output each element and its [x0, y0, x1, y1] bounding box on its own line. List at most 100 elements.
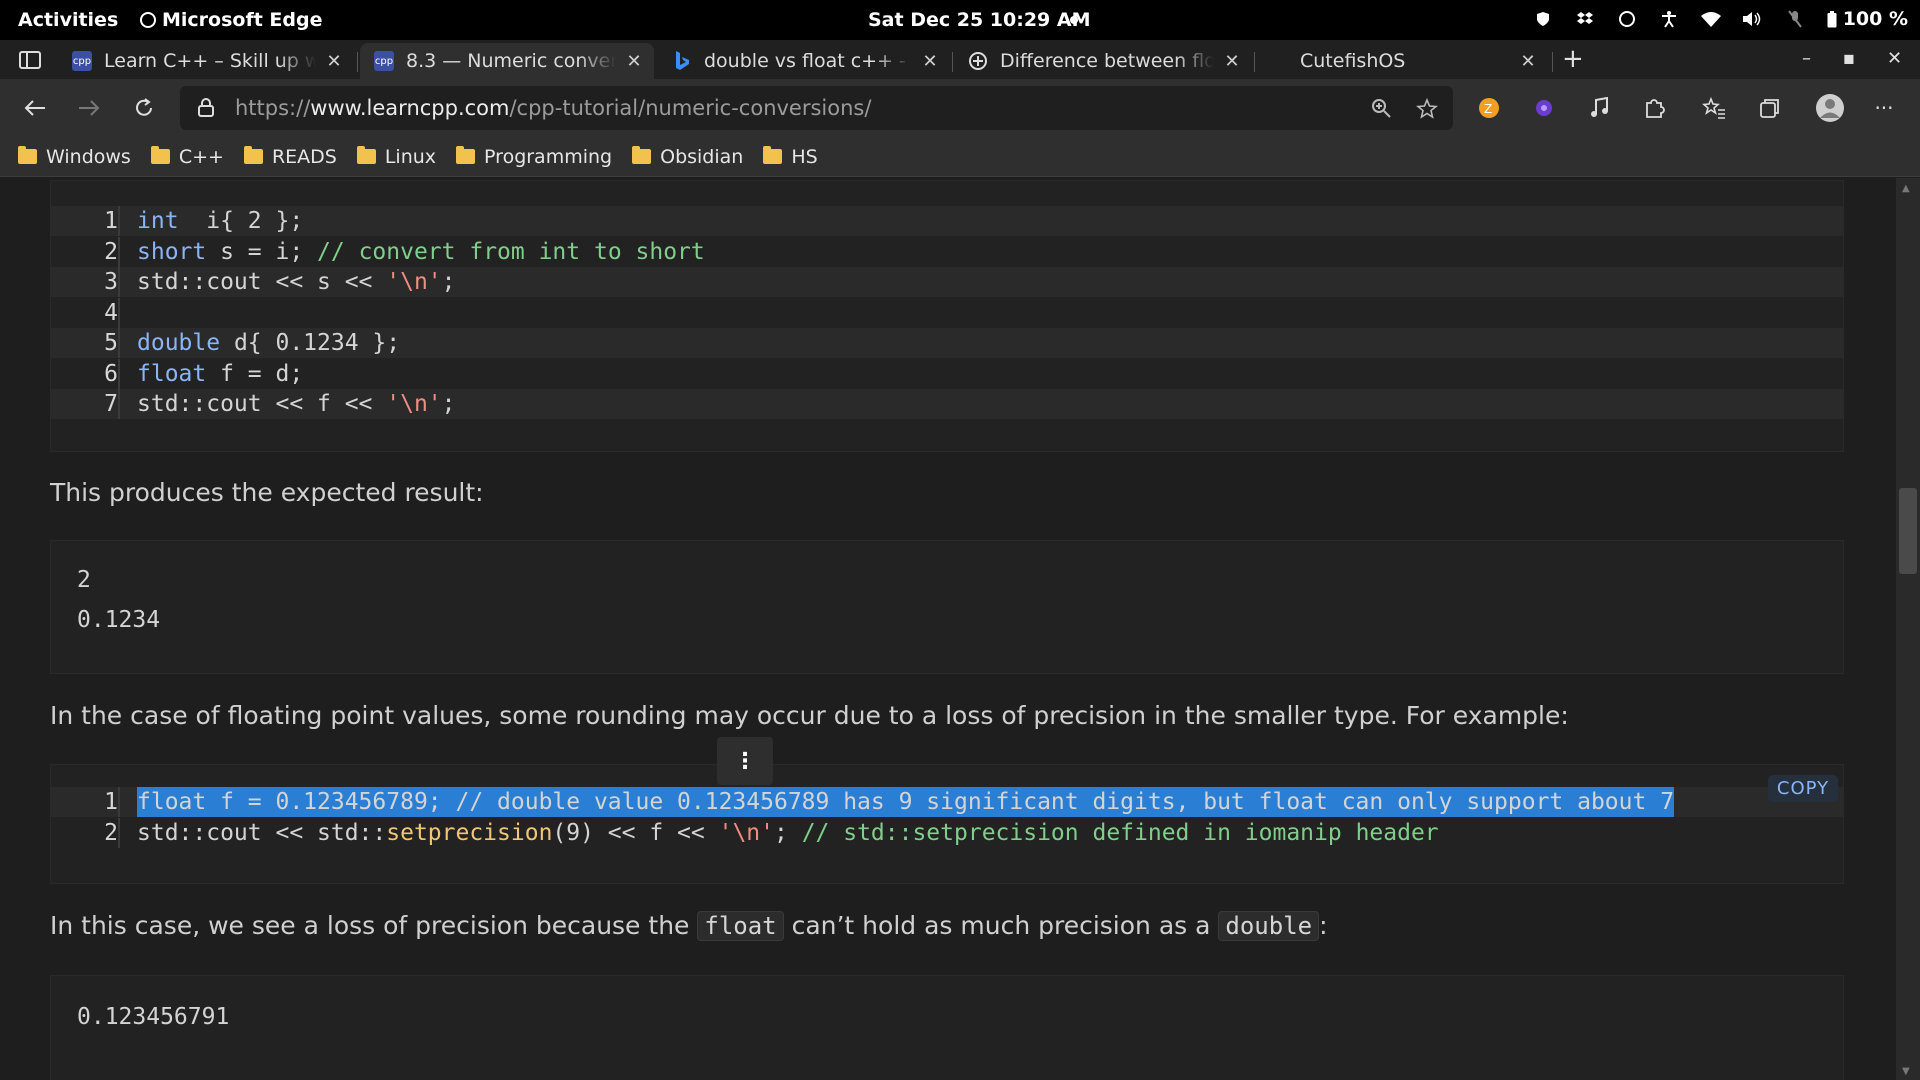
tab-numeric-conversions[interactable]: cpp 8.3 — Numeric conversions ✕ [360, 43, 654, 79]
tab-cutefishos[interactable]: CutefishOS ✕ [1258, 43, 1548, 79]
code-text[interactable]: float f = d; [137, 359, 303, 389]
close-icon[interactable]: ✕ [626, 51, 642, 72]
app-menu[interactable]: Microsoft Edge [140, 9, 323, 31]
dropbox-icon[interactable] [1575, 8, 1595, 30]
gutter-divider [118, 328, 120, 358]
bookmark-label: READS [271, 145, 337, 168]
code-token: f = d; [206, 360, 304, 387]
gutter-divider [118, 236, 120, 267]
code-token: std::cout << s << [137, 269, 387, 295]
extension-orange-icon[interactable]: Z [1476, 95, 1502, 121]
music-note-icon[interactable] [1586, 95, 1612, 121]
refresh-button[interactable] [129, 93, 159, 123]
url-text[interactable]: https://www.learncpp.com/cpp-tutorial/nu… [235, 96, 871, 120]
mic-muted-icon[interactable] [1785, 8, 1805, 30]
code-text[interactable]: std::cout << s << '\n'; [137, 267, 456, 297]
tab-divider [1552, 52, 1553, 72]
tab-actions-icon[interactable] [18, 49, 42, 71]
tab-bing-search[interactable]: double vs float c++ - Search ✕ [658, 43, 950, 79]
vpn-icon[interactable] [1533, 8, 1553, 30]
copy-button[interactable]: COPY [1768, 775, 1838, 802]
code-text[interactable]: int i{ 2 }; [137, 206, 303, 236]
line-number: 6 [104, 360, 118, 387]
maximize-button[interactable]: ◼ [1843, 51, 1855, 67]
system-top-bar: Activities Microsoft Edge Sat Dec 25 10:… [0, 0, 1920, 40]
line-number: 4 [104, 299, 118, 326]
volume-icon[interactable] [1742, 8, 1763, 30]
code-block-int-short: 1 int i{ 2 }; 2 short s = i; // convert fro… [50, 180, 1844, 452]
bookmark-folder-linux[interactable]: Linux [356, 145, 437, 168]
url-scheme: https:// [235, 96, 311, 120]
close-icon[interactable]: ✕ [1224, 51, 1240, 72]
code-line: 3 std::cout << s << '\n'; [51, 267, 1843, 297]
line-number: 7 [104, 391, 118, 417]
tab-title: CutefishOS [1300, 50, 1406, 72]
zoom-icon[interactable] [1371, 98, 1391, 122]
address-bar[interactable]: https://www.learncpp.com/cpp-tutorial/nu… [180, 86, 1453, 130]
favorites-icon[interactable] [1701, 95, 1727, 121]
back-button[interactable] [20, 93, 50, 123]
folder-icon [456, 146, 476, 164]
code-text[interactable]: double d{ 0.1234 }; [137, 328, 400, 358]
code-token: float [137, 360, 207, 387]
code-text[interactable]: short s = i; // convert from int to shor… [137, 237, 705, 267]
browser-toolbar: https://www.learncpp.com/cpp-tutorial/nu… [0, 79, 1920, 137]
code-text[interactable]: float f = 0.123456789; // double value 0… [137, 787, 1675, 817]
more-options-icon[interactable]: ··· [1871, 95, 1897, 121]
accessibility-icon[interactable] [1659, 8, 1679, 30]
notification-dot [1070, 16, 1078, 24]
paragraph-loss-of-precision: In this case, we see a loss of precision… [50, 911, 1328, 941]
close-icon[interactable]: ✕ [1520, 51, 1536, 72]
more-vert-icon[interactable]: ⋮ [717, 737, 773, 785]
paragraph-rounding: In the case of floating point values, so… [50, 701, 1569, 730]
tab-divider [952, 52, 953, 72]
wifi-icon[interactable] [1700, 8, 1721, 30]
code-token: float f = 0.123456789; // double value 0… [137, 789, 1675, 815]
clock[interactable]: Sat Dec 25 10:29 AM [868, 9, 1091, 31]
tab-learncpp[interactable]: cpp Learn C++ – Skill up with ✕ [58, 43, 354, 79]
tab-difference-float[interactable]: Difference between float ✕ [954, 43, 1252, 79]
line-number: 5 [104, 330, 118, 356]
bookmark-folder-hs[interactable]: HS [763, 146, 818, 168]
code-text[interactable]: std::cout << std::setprecision(9) << f <… [137, 818, 1439, 848]
code-token: setprecision [386, 819, 553, 846]
folder-icon [763, 146, 783, 164]
code-text[interactable]: std::cout << f << '\n'; [137, 389, 456, 419]
bing-favicon-icon [672, 51, 692, 71]
profile-avatar-icon[interactable] [1814, 92, 1846, 124]
scroll-up-arrow-icon[interactable]: ▲ [1902, 183, 1910, 194]
text-fragment: : [1319, 911, 1328, 940]
vpn-status-icon[interactable] [1617, 8, 1637, 30]
tab-title: Learn C++ – Skill up with [104, 50, 316, 72]
scroll-down-arrow-icon[interactable]: ▼ [1902, 1066, 1910, 1077]
code-line: 5 double d{ 0.1234 }; [51, 328, 1843, 358]
bookmark-label: Linux [384, 145, 437, 168]
extensions-puzzle-icon[interactable] [1641, 95, 1667, 121]
bookmark-folder-obsidian[interactable]: Obsidian [632, 146, 743, 168]
tab-divider [357, 52, 358, 72]
minimize-button[interactable]: – [1802, 48, 1811, 69]
bookmark-folder-cpp[interactable]: C++ [150, 146, 224, 168]
lock-icon[interactable] [198, 98, 214, 121]
line-number: 3 [104, 269, 118, 295]
code-line: 6 float f = d; [51, 358, 1843, 389]
new-tab-button[interactable]: + [1562, 44, 1584, 74]
gutter-divider [118, 358, 120, 389]
battery-indicator[interactable]: 100 % [1827, 8, 1908, 30]
code-line: 2 std::cout << std::setprecision(9) << f … [51, 817, 1843, 848]
close-icon[interactable]: ✕ [922, 51, 938, 72]
extension-purple-icon[interactable] [1531, 95, 1557, 121]
add-favorite-icon[interactable] [1415, 97, 1439, 124]
bookmark-folder-reads[interactable]: READS [243, 145, 337, 168]
bookmark-label: Programming [484, 145, 613, 168]
collections-icon[interactable] [1757, 95, 1783, 121]
code-line: 2 short s = i; // convert from int to sho… [51, 236, 1843, 267]
close-icon[interactable]: ✕ [326, 51, 342, 72]
bookmark-folder-windows[interactable]: Windows [18, 146, 131, 168]
forward-button[interactable] [74, 93, 104, 123]
close-window-button[interactable]: ✕ [1887, 48, 1902, 69]
activities-button[interactable]: Activities [18, 9, 118, 31]
scrollbar-thumb[interactable] [1899, 488, 1917, 574]
bookmark-folder-programming[interactable]: Programming [456, 146, 612, 168]
page-scrollbar[interactable]: ▲ ▼ [1896, 178, 1920, 1080]
